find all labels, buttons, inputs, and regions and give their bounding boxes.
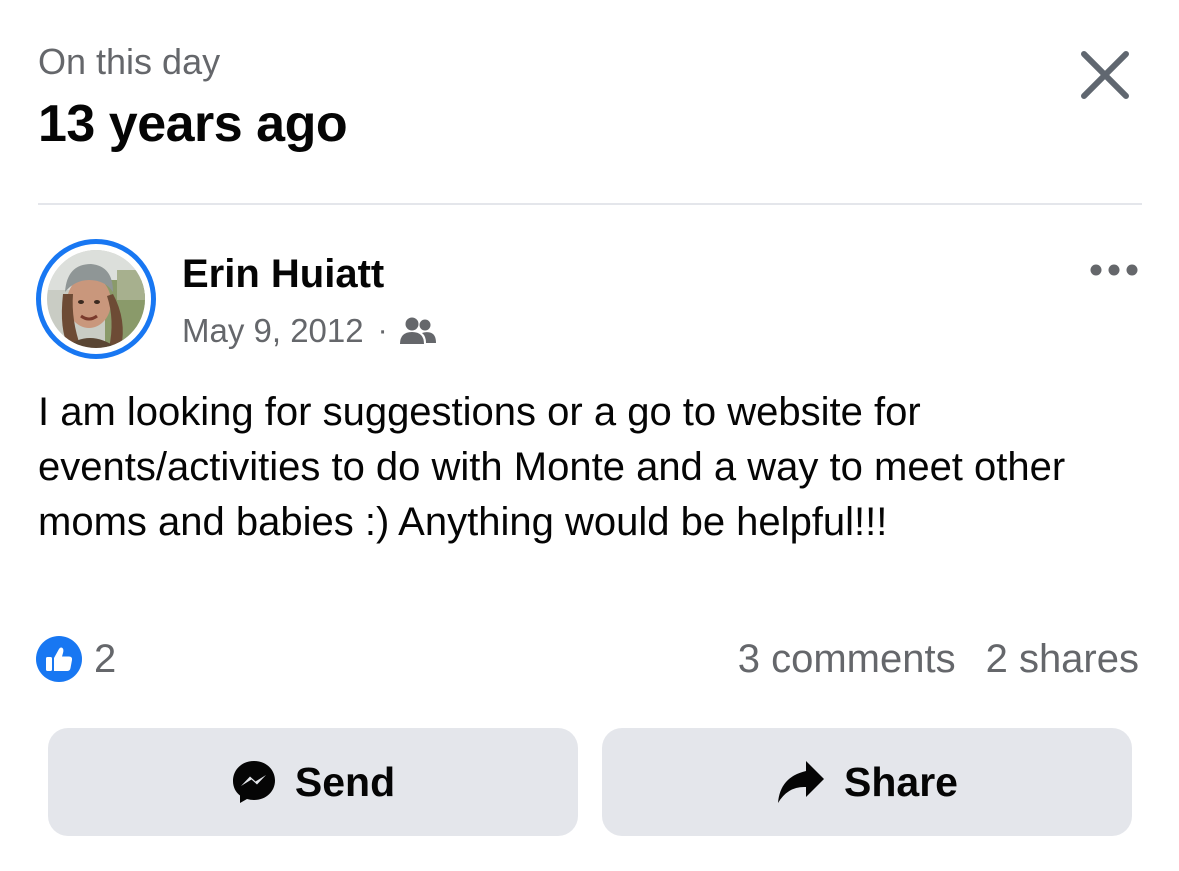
friends-icon [399, 317, 436, 344]
share-arrow-icon [778, 761, 825, 803]
send-label: Send [294, 758, 396, 805]
reaction-summary[interactable]: 2 [36, 634, 116, 684]
memory-title: 13 years ago [38, 95, 348, 153]
avatar[interactable] [36, 239, 156, 359]
comments-count[interactable]: 3 comments [738, 637, 956, 682]
shares-count[interactable]: 2 shares [986, 637, 1139, 682]
messenger-icon [232, 761, 275, 803]
share-button[interactable]: Share [602, 728, 1132, 836]
post-meta: May 9, 2012 · [182, 308, 436, 354]
close-icon [1081, 51, 1129, 99]
meta-separator: · [377, 314, 388, 347]
engagement-stats: 3 comments 2 shares [738, 634, 1139, 684]
memory-card: On this day 13 years ago Erin Huiatt May… [0, 0, 1179, 871]
author-name[interactable]: Erin Huiatt [182, 250, 384, 298]
reaction-count: 2 [94, 636, 117, 681]
send-button[interactable]: Send [48, 728, 578, 836]
like-icon [36, 636, 82, 682]
post-body: I am looking for suggestions or a go to … [38, 390, 1066, 544]
more-options-button[interactable] [1084, 250, 1144, 290]
share-label: Share [844, 758, 958, 805]
close-button[interactable] [1072, 42, 1138, 108]
memory-label: On this day [38, 41, 221, 82]
avatar-photo [47, 250, 145, 348]
more-options-icon [1090, 264, 1138, 276]
header-divider [38, 203, 1142, 205]
post-date[interactable]: May 9, 2012 [182, 312, 364, 350]
